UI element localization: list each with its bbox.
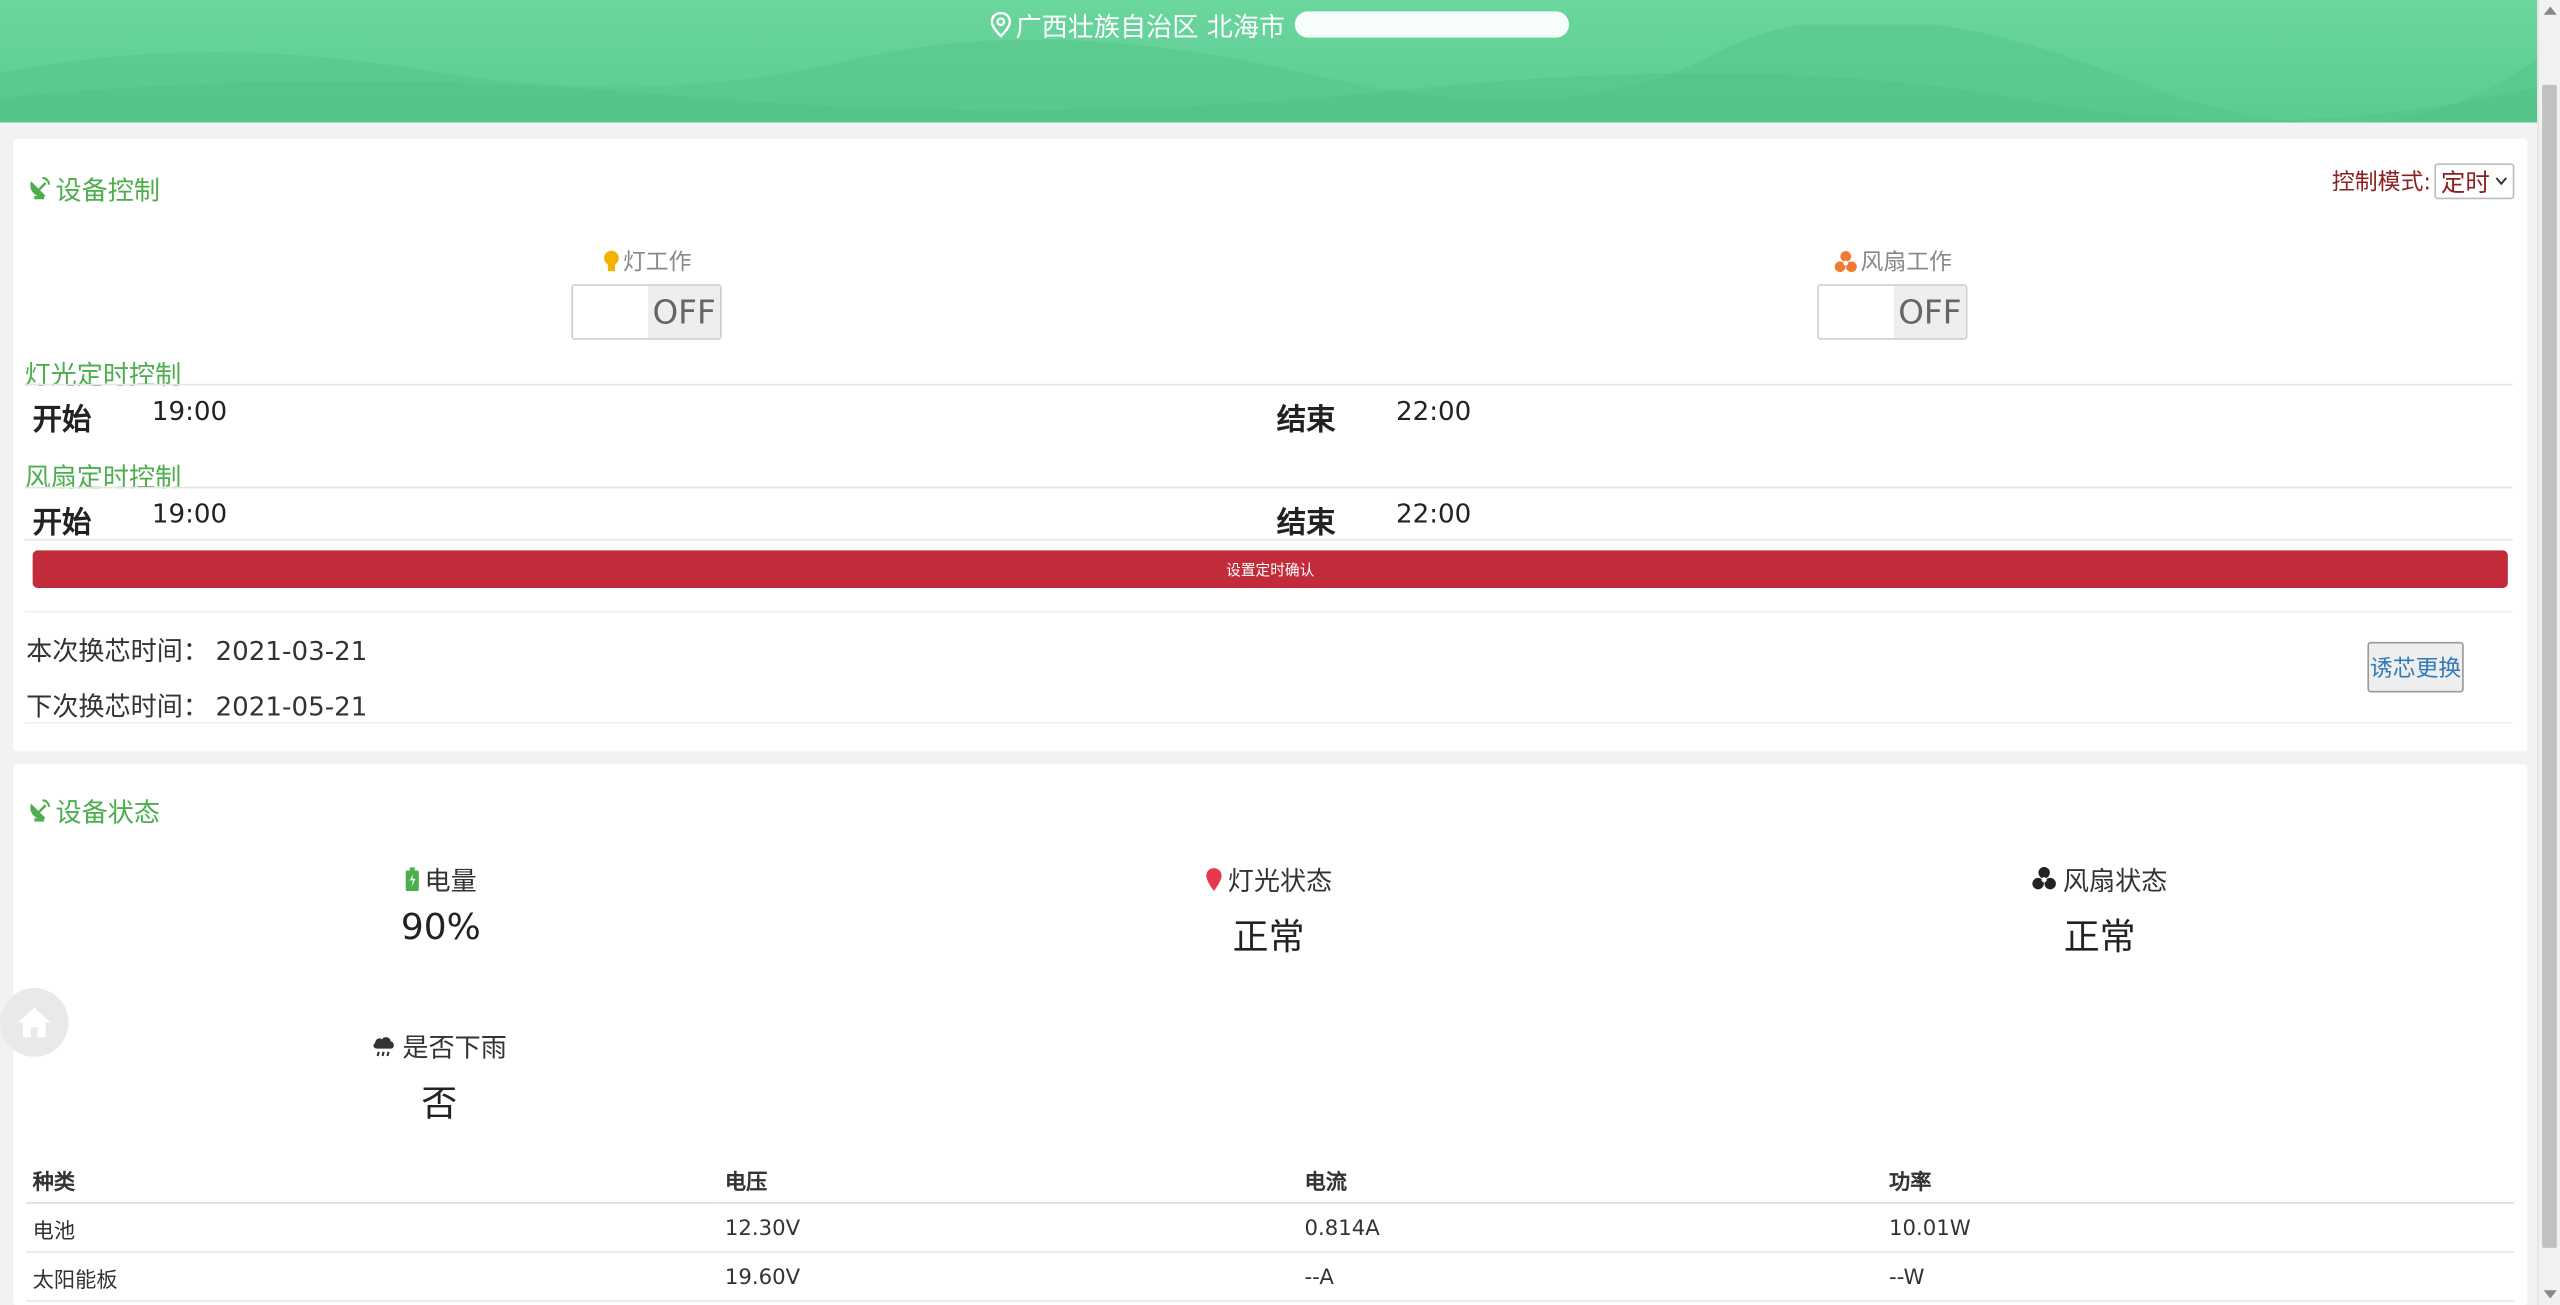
location-text: 广西壮族自治区 北海市 xyxy=(1015,11,1286,43)
device-status-card: 设备状态 电量 90% 灯光状态 正常 风扇状态 正常 是否下雨 否 种类 电压… xyxy=(13,764,2528,1305)
device-control-card: 设备控制 控制模式: 定时 灯工作 OFF 风扇工作 OFF 灯光定时控制 开始… xyxy=(13,138,2528,752)
scrollbar-thumb[interactable] xyxy=(2542,84,2557,1248)
battery-stat: 电量 90% xyxy=(356,859,526,949)
location-pin-icon xyxy=(1206,867,1222,891)
light-status-label-wrap: 灯光状态 xyxy=(1179,859,1359,898)
table-cell: --W xyxy=(1882,1251,2515,1302)
home-icon xyxy=(17,1007,51,1038)
toggle-knob xyxy=(573,285,649,339)
rain-cloud-icon xyxy=(374,1036,395,1056)
fan-work-label-wrap: 风扇工作 xyxy=(1817,245,1967,278)
light-work-label-wrap: 灯工作 xyxy=(571,245,721,278)
divider xyxy=(24,721,2513,724)
control-mode-value: 定时 xyxy=(2440,167,2490,197)
battery-icon xyxy=(405,866,419,891)
satellite-dish-icon xyxy=(30,176,51,200)
column-header: 种类 xyxy=(26,1153,719,1204)
replace-lure-button[interactable]: 诱芯更换 xyxy=(2367,641,2464,693)
next-change-label: 下次换芯时间： xyxy=(26,690,210,722)
table-cell: 19.60V xyxy=(718,1251,1298,1302)
table-cell: --A xyxy=(1297,1251,1883,1302)
divider xyxy=(24,610,2513,613)
fan-status-label-wrap: 风扇状态 xyxy=(2005,859,2194,898)
table-header-row: 种类 电压 电流 功率 xyxy=(26,1153,2515,1204)
toggle-knob xyxy=(1818,285,1894,339)
confirm-timer-button[interactable]: 设置定时确认 xyxy=(32,550,2508,588)
header-banner: 广西壮族自治区 北海市 xyxy=(0,0,2538,123)
light-toggle-state: OFF xyxy=(648,285,721,339)
fan-end-label: 结束 xyxy=(1276,506,1336,541)
location-display: 广西壮族自治区 北海市 xyxy=(989,7,1570,43)
control-mode-label: 控制模式: xyxy=(2331,169,2432,196)
fan-start-label: 开始 xyxy=(32,506,92,541)
satellite-dish-icon xyxy=(30,799,51,822)
table-row: 太阳能板 19.60V --A --W xyxy=(26,1251,2515,1302)
next-change-value: 2021-05-21 xyxy=(215,690,368,722)
rain-label-wrap: 是否下雨 xyxy=(348,1026,531,1065)
fan-icon xyxy=(2033,866,2057,890)
table-cell: 10.01W xyxy=(1882,1202,2515,1253)
rain-value: 否 xyxy=(421,1084,458,1126)
table-row: 电池 12.30V 0.814A 10.01W xyxy=(26,1202,2515,1253)
fan-end-time[interactable]: 22:00 xyxy=(1396,498,1471,529)
table-cell: 0.814A xyxy=(1297,1202,1883,1253)
redacted-address xyxy=(1294,11,1570,38)
chevron-down-icon xyxy=(2495,177,2507,186)
light-toggle-switch[interactable]: OFF xyxy=(571,284,722,340)
light-status-stat: 灯光状态 正常 xyxy=(1179,859,1359,960)
light-end-label: 结束 xyxy=(1276,403,1336,438)
scroll-down-arrow-icon[interactable] xyxy=(2543,1290,2557,1299)
fan-status-stat: 风扇状态 正常 xyxy=(2005,859,2194,960)
column-header: 电压 xyxy=(718,1153,1298,1204)
light-work-control: 灯工作 OFF xyxy=(571,245,722,340)
device-control-title: 设备控制 xyxy=(26,168,160,207)
light-end-time[interactable]: 22:00 xyxy=(1396,395,1471,426)
fan-timer-row: 开始 19:00 结束 22:00 xyxy=(24,486,2513,541)
next-change-line: 下次换芯时间： 2021-05-21 xyxy=(26,684,367,723)
battery-value: 90% xyxy=(400,908,481,949)
table-cell: 电池 xyxy=(26,1202,719,1253)
fan-toggle-switch[interactable]: OFF xyxy=(1817,284,1968,340)
control-mode-select[interactable]: 定时 xyxy=(2434,163,2515,200)
lightbulb-icon xyxy=(603,249,618,271)
power-table: 种类 电压 电流 功率 电池 12.30V 0.814A 10.01W 太阳能板… xyxy=(26,1153,2515,1302)
device-status-title: 设备状态 xyxy=(26,791,160,830)
light-timer-row: 开始 19:00 结束 22:00 xyxy=(24,383,2513,438)
light-status-value: 正常 xyxy=(1232,917,1305,959)
light-start-time[interactable]: 19:00 xyxy=(152,395,227,426)
control-mode: 控制模式: 定时 xyxy=(2331,163,2515,200)
fan-work-control: 风扇工作 OFF xyxy=(1817,245,1968,340)
this-change-line: 本次换芯时间： 2021-03-21 xyxy=(26,629,367,668)
page-root: 广西壮族自治区 北海市 设备控制 控制模式: 定时 灯工作 OFF 风扇工作 O… xyxy=(0,0,2560,1305)
column-header: 功率 xyxy=(1882,1153,2515,1204)
location-pin-icon xyxy=(990,11,1012,38)
column-header: 电流 xyxy=(1297,1153,1883,1204)
fan-status-value: 正常 xyxy=(2063,917,2136,959)
table-cell: 太阳能板 xyxy=(26,1251,719,1302)
scroll-up-arrow-icon[interactable] xyxy=(2543,6,2557,15)
home-button[interactable] xyxy=(0,988,69,1057)
this-change-value: 2021-03-21 xyxy=(215,635,368,667)
light-start-label: 开始 xyxy=(32,403,92,438)
fan-icon xyxy=(1833,250,1856,272)
vertical-scrollbar[interactable] xyxy=(2537,0,2560,1305)
this-change-label: 本次换芯时间： xyxy=(26,635,210,667)
fan-start-time[interactable]: 19:00 xyxy=(152,498,227,529)
rain-stat: 是否下雨 否 xyxy=(348,1026,531,1127)
battery-label-wrap: 电量 xyxy=(356,859,526,898)
table-cell: 12.30V xyxy=(718,1202,1298,1253)
fan-toggle-state: OFF xyxy=(1893,285,1966,339)
